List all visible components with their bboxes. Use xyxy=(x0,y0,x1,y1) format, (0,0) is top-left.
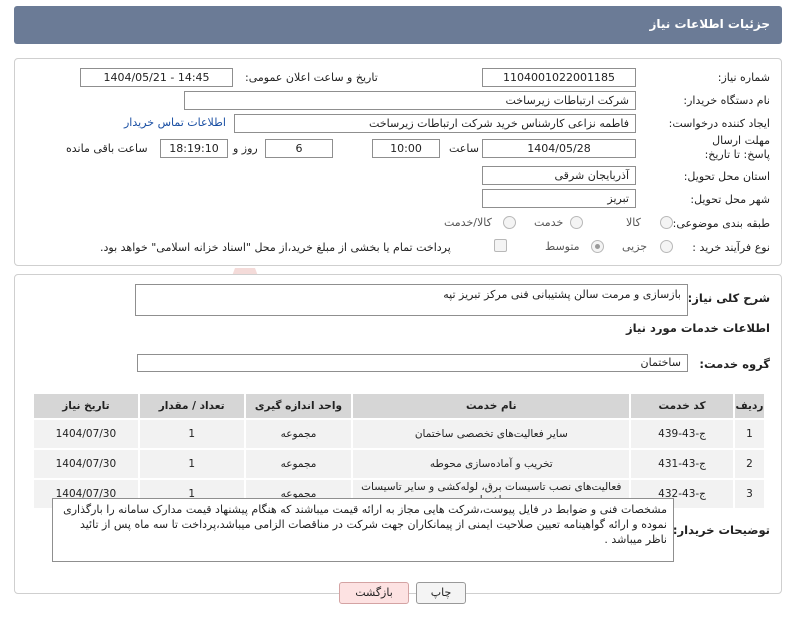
process-label: نوع فرآیند خرید : xyxy=(692,241,770,254)
col-unit-header: واحد اندازه گیری xyxy=(243,392,354,420)
deadline-time-label: ساعت xyxy=(449,142,479,155)
process-minor-label: جزیی xyxy=(622,240,648,253)
category-goods-service-label: کالا/خدمت xyxy=(444,216,492,229)
col-index-header: ردیف xyxy=(732,392,767,420)
remaining-time-label: ساعت باقی مانده xyxy=(66,142,148,155)
province-label: استان محل تحویل: xyxy=(683,170,770,183)
services-table-wrap: ردیف کد خدمت نام خدمت واحد اندازه گیری ت… xyxy=(32,392,767,510)
city-label: شهر محل تحویل: xyxy=(690,193,770,206)
service-group-field: ساختمان xyxy=(137,354,688,372)
row-qty: 1 xyxy=(137,448,246,480)
category-service-label: خدمت xyxy=(534,216,564,229)
services-table: ردیف کد خدمت نام خدمت واحد اندازه گیری ت… xyxy=(32,392,767,510)
need-number-label: شماره نیاز: xyxy=(717,71,770,84)
row-date: 1404/07/30 xyxy=(32,448,140,480)
row-unit: مجموعه xyxy=(243,448,354,480)
process-medium-radio[interactable] xyxy=(591,240,604,253)
category-label: طبقه بندی موضوعی: xyxy=(672,217,770,230)
treasury-payment-checkbox[interactable] xyxy=(494,239,507,252)
remaining-time-field: 18:19:10 xyxy=(160,139,228,158)
category-service-radio[interactable] xyxy=(570,216,583,229)
buyer-contact-link[interactable]: اطلاعات تماس خریدار xyxy=(124,116,226,129)
category-goods-radio[interactable] xyxy=(660,216,673,229)
description-label: شرح کلی نیاز: xyxy=(687,291,770,305)
deadline-date-field: 1404/05/28 xyxy=(482,139,636,158)
col-code-header: کد خدمت xyxy=(629,392,735,420)
province-field: آذربایجان شرقی xyxy=(482,166,636,185)
row-index: 3 xyxy=(732,478,767,510)
services-heading: اطلاعات خدمات مورد نیاز xyxy=(626,321,770,335)
buyer-notes-label: توضیحات خریدار: xyxy=(672,523,770,537)
row-qty: 1 xyxy=(137,418,246,450)
col-name-header: نام خدمت xyxy=(351,392,632,420)
row-date: 1404/07/30 xyxy=(32,418,140,450)
process-minor-radio[interactable] xyxy=(660,240,673,253)
city-field: تبریز xyxy=(482,189,636,208)
announce-label: تاریخ و ساعت اعلان عمومی: xyxy=(245,71,378,84)
announce-datetime-field: 1404/05/21 - 14:45 xyxy=(80,68,233,87)
col-date-header: تاریخ نیاز xyxy=(32,392,140,420)
creator-field: فاطمه نزاعی کارشناس خرید شرکت ارتباطات ز… xyxy=(234,114,636,133)
creator-label: ایجاد کننده درخواست: xyxy=(668,117,770,130)
description-field: بازسازی و مرمت سالن پشتیبانی فنی مرکز تب… xyxy=(135,284,688,316)
table-header-row: ردیف کد خدمت نام خدمت واحد اندازه گیری ت… xyxy=(32,392,767,420)
row-name: تخریب و آماده‌سازی محوطه xyxy=(351,448,632,480)
info-panel xyxy=(14,58,782,266)
buyer-org-label: نام دستگاه خریدار: xyxy=(683,94,770,107)
row-name: سایر فعالیت‌های تخصصی ساختمان xyxy=(351,418,632,450)
title-bar: جزئیات اطلاعات نیاز xyxy=(14,6,782,44)
treasury-payment-note: پرداخت تمام یا بخشی از مبلغ خرید،از محل … xyxy=(100,241,451,254)
service-group-label: گروه خدمت: xyxy=(699,357,770,371)
days-label: روز و xyxy=(233,142,258,155)
print-button[interactable]: چاپ xyxy=(416,582,466,604)
category-goods-label: کالا xyxy=(626,216,641,229)
table-row: 1 ج-43-439 سایر فعالیت‌های تخصصی ساختمان… xyxy=(32,418,767,450)
row-code: ج-43-439 xyxy=(629,418,735,450)
deadline-time-field: 10:00 xyxy=(372,139,440,158)
table-row: 2 ج-43-431 تخریب و آماده‌سازی محوطه مجمو… xyxy=(32,448,767,480)
row-code: ج-43-431 xyxy=(629,448,735,480)
process-medium-label: متوسط xyxy=(545,240,580,253)
days-remaining-field: 6 xyxy=(265,139,333,158)
need-number-field: 1104001022001185 xyxy=(482,68,636,87)
buyer-notes-field: مشخصات فنی و ضوابط در فایل پیوست،شرکت ها… xyxy=(52,498,674,562)
row-unit: مجموعه xyxy=(243,418,354,450)
row-index: 2 xyxy=(732,448,767,480)
category-goods-service-radio[interactable] xyxy=(503,216,516,229)
buyer-org-field: شرکت ارتباطات زیرساخت xyxy=(184,91,636,110)
deadline-label: مهلت ارسال پاسخ: تا تاریخ: xyxy=(704,134,770,161)
back-button[interactable]: بازگشت xyxy=(339,582,409,604)
page-title: جزئیات اطلاعات نیاز xyxy=(649,17,770,31)
col-qty-header: تعداد / مقدار xyxy=(137,392,246,420)
row-index: 1 xyxy=(732,418,767,450)
